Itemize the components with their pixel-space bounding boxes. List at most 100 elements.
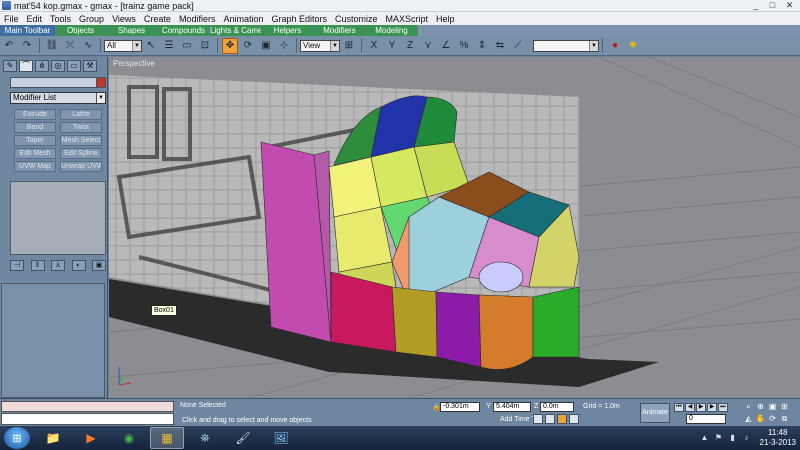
- arc-rotate-icon[interactable]: ⟳: [767, 414, 778, 424]
- menu-create[interactable]: Create: [140, 14, 175, 24]
- taper-button[interactable]: Taper: [14, 135, 56, 146]
- pivot-center-icon[interactable]: ⊞: [341, 38, 357, 54]
- media-player-icon[interactable]: ▶: [74, 427, 108, 449]
- motion-tab-icon[interactable]: ◎: [51, 60, 65, 72]
- mirror-icon[interactable]: ⇆: [492, 38, 508, 54]
- reference-coordinate-dropdown[interactable]: View ▼: [300, 39, 340, 52]
- utilities-tab-icon[interactable]: ⚒: [83, 60, 97, 72]
- file-explorer-icon[interactable]: 📁: [36, 427, 70, 449]
- object-color-swatch[interactable]: [96, 77, 106, 88]
- menu-help[interactable]: Help: [432, 14, 459, 24]
- create-tab-icon[interactable]: ✎: [3, 60, 17, 72]
- next-frame-icon[interactable]: ▶: [707, 403, 717, 412]
- tab-lights-cameras[interactable]: Lights & Cameras: [210, 25, 262, 36]
- current-frame-field[interactable]: 0: [686, 414, 726, 424]
- go-to-end-icon[interactable]: ⏭: [718, 403, 728, 412]
- key-filter-icon[interactable]: [569, 414, 579, 424]
- start-button[interactable]: ⊞: [4, 427, 30, 449]
- menu-modifiers[interactable]: Modifiers: [175, 14, 220, 24]
- tab-helpers[interactable]: Helpers: [262, 25, 314, 36]
- close-button[interactable]: ✕: [781, 0, 798, 11]
- key-mode-icon[interactable]: [533, 414, 543, 424]
- percent-snap-icon[interactable]: %: [456, 38, 472, 54]
- photo-viewer-icon[interactable]: 🖼: [264, 427, 298, 449]
- bend-button[interactable]: Bend: [14, 122, 56, 133]
- restrict-plane-icon[interactable]: ⋎: [420, 38, 436, 54]
- perspective-viewport[interactable]: Perspective Box01: [109, 57, 800, 398]
- flag-icon[interactable]: ⚑: [714, 433, 724, 443]
- menu-group[interactable]: Group: [75, 14, 108, 24]
- zoom-all-icon[interactable]: ⊕: [755, 402, 766, 412]
- mesh-select-button[interactable]: Mesh Select: [60, 135, 102, 146]
- menu-edit[interactable]: Edit: [23, 14, 47, 24]
- quick-render-icon[interactable]: ✹: [625, 38, 641, 54]
- menu-customize[interactable]: Customize: [331, 14, 382, 24]
- named-selection-dropdown[interactable]: ▼: [533, 39, 599, 52]
- show-end-result-icon[interactable]: ‖: [30, 260, 45, 271]
- viewport-label[interactable]: Perspective: [113, 59, 155, 68]
- network-icon[interactable]: ▮: [728, 433, 738, 443]
- show-hidden-icons-icon[interactable]: ▲: [700, 433, 710, 443]
- object-name-field[interactable]: [10, 77, 106, 88]
- play-icon[interactable]: ▶: [696, 403, 706, 412]
- x-coordinate-field[interactable]: -0.301m: [440, 402, 480, 412]
- edit-spline-button[interactable]: Edit Spline: [60, 148, 102, 159]
- trainz-icon[interactable]: ⛯: [188, 427, 222, 449]
- modify-tab-icon[interactable]: ⌒: [19, 60, 33, 72]
- unlink-icon[interactable]: ⤫: [62, 38, 78, 54]
- zoom-extents-icon[interactable]: ▣: [767, 402, 778, 412]
- tab-modeling[interactable]: Modeling: [366, 25, 418, 36]
- previous-frame-icon[interactable]: ◀: [685, 403, 695, 412]
- select-and-move-icon[interactable]: ✥: [222, 37, 238, 54]
- clock[interactable]: 11:48 21-3-2013: [760, 428, 796, 448]
- field-of-view-icon[interactable]: ◭: [743, 414, 754, 424]
- chrome-icon[interactable]: ◉: [112, 427, 146, 449]
- unwrap-uvw-button[interactable]: Unwrap UVW: [60, 161, 102, 172]
- menu-graph-editors[interactable]: Graph Editors: [267, 14, 331, 24]
- twist-button[interactable]: Twist: [60, 122, 102, 133]
- z-coordinate-field[interactable]: 0.0m: [540, 402, 574, 412]
- maxscript-input[interactable]: [1, 413, 174, 425]
- paint-icon[interactable]: 🖌: [226, 427, 260, 449]
- tab-objects[interactable]: Objects: [56, 25, 106, 36]
- snap-icon[interactable]: ⊹: [276, 38, 292, 54]
- restrict-y-icon[interactable]: Y: [384, 38, 400, 54]
- go-to-start-icon[interactable]: ⏮: [674, 403, 684, 412]
- edit-mesh-button[interactable]: Edit Mesh: [14, 148, 56, 159]
- y-coordinate-field[interactable]: 5.404m: [493, 402, 531, 412]
- lathe-button[interactable]: Lathe: [60, 109, 102, 120]
- extrude-button[interactable]: Extrude: [14, 109, 56, 120]
- pin-stack-icon[interactable]: ⊣: [10, 260, 24, 271]
- maximize-button[interactable]: □: [764, 0, 781, 11]
- hierarchy-tab-icon[interactable]: ⋔: [35, 60, 49, 72]
- uvw-map-button[interactable]: UVW Map: [14, 161, 56, 172]
- menu-views[interactable]: Views: [108, 14, 140, 24]
- set-key-icon[interactable]: [545, 414, 555, 424]
- maximize-viewport-icon[interactable]: ⧉: [779, 414, 790, 424]
- restrict-z-icon[interactable]: Z: [402, 38, 418, 54]
- select-link-icon[interactable]: ⛓: [44, 38, 60, 54]
- bind-space-warp-icon[interactable]: ∿: [80, 38, 96, 54]
- gmax-task-icon[interactable]: ▦: [150, 427, 184, 449]
- undo-icon[interactable]: ↶: [1, 38, 17, 54]
- pan-icon[interactable]: ✋: [755, 414, 766, 424]
- select-object-icon[interactable]: ↖: [143, 38, 159, 54]
- align-icon[interactable]: ⟋: [510, 38, 526, 54]
- animate-button[interactable]: Animate: [640, 403, 670, 423]
- configure-sets-icon[interactable]: ▣: [92, 260, 106, 271]
- menu-file[interactable]: File: [0, 14, 23, 24]
- display-tab-icon[interactable]: ▭: [67, 60, 81, 72]
- zoom-icon[interactable]: ⌕: [743, 402, 754, 412]
- zoom-extents-all-icon[interactable]: ⊞: [779, 402, 790, 412]
- menu-maxscript[interactable]: MAXScript: [382, 14, 433, 24]
- menu-tools[interactable]: Tools: [46, 14, 75, 24]
- render-scene-icon[interactable]: ●: [607, 38, 623, 54]
- select-and-scale-icon[interactable]: ▣: [258, 38, 274, 54]
- angle-snap-icon[interactable]: ∠: [438, 38, 454, 54]
- modifier-stack[interactable]: [10, 181, 106, 255]
- tab-shapes[interactable]: Shapes: [106, 25, 158, 36]
- select-by-name-icon[interactable]: ☰: [161, 38, 177, 54]
- minimize-button[interactable]: _: [747, 0, 764, 11]
- maxscript-listener[interactable]: [1, 401, 174, 412]
- menu-animation[interactable]: Animation: [219, 14, 267, 24]
